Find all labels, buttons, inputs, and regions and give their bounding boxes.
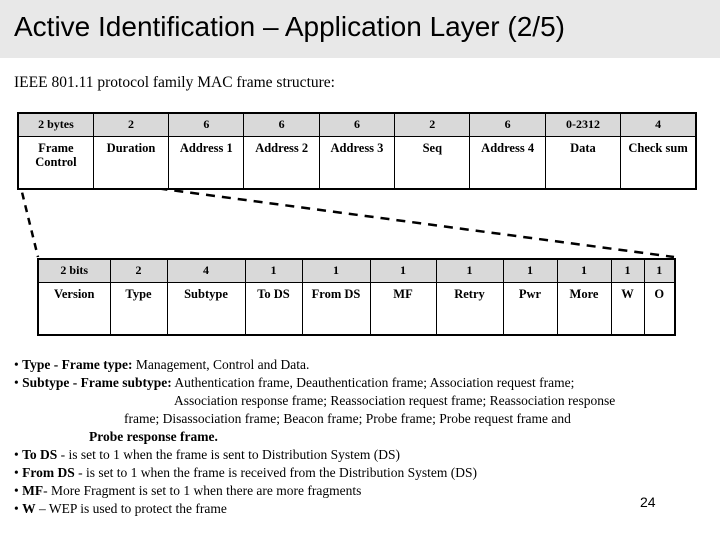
fc-size-cell: 1 — [556, 258, 612, 283]
note-term: MF — [22, 482, 44, 498]
note-line: Association response frame; Reassociatio… — [14, 392, 704, 410]
note-bullet: • — [14, 446, 19, 462]
fc-field-cell: More — [556, 282, 612, 336]
mac-size-cell: 2 — [394, 112, 471, 137]
mac-field-cell: Duration — [92, 136, 170, 190]
note-text: – WEP is used to protect the frame — [35, 500, 227, 516]
note-line: • From DS - is set to 1 when the frame i… — [14, 464, 704, 482]
note-bullet: • — [14, 464, 19, 480]
fc-field-cell: Pwr — [502, 282, 558, 336]
mac-size-cell: 2 bytes — [17, 112, 94, 137]
connector-line-right — [94, 178, 675, 259]
mac-field-cell: Seq — [394, 136, 471, 190]
note-bullet: • — [14, 357, 19, 372]
fc-size-cell: 1 — [369, 258, 437, 283]
note-line: • Type - Frame type: Management, Control… — [14, 356, 704, 374]
fc-size-cell: 1 — [244, 258, 303, 283]
table-row-sizes: 2 bits 2 4 1 1 1 1 1 1 1 1 — [37, 258, 676, 283]
note-text: Association response frame; Reassociatio… — [174, 392, 616, 408]
fc-size-cell: 4 — [166, 258, 246, 283]
note-line: • Subtype - Frame subtype: Authenticatio… — [14, 374, 704, 392]
note-term: To DS — [22, 446, 58, 462]
connector-line-left — [17, 179, 40, 258]
fc-field-cell: Subtype — [166, 282, 246, 336]
page-title: Active Identification – Application Laye… — [14, 11, 565, 42]
notes-list: • Type - Frame type: Management, Control… — [14, 356, 704, 518]
table-row-sizes: 2 bytes 2 6 6 6 2 6 0-2312 4 — [17, 112, 697, 137]
mac-size-cell: 6 — [168, 112, 245, 137]
mac-frame-structure-table: 2 bytes 2 6 6 6 2 6 0-2312 4 Frame Contr… — [17, 112, 697, 190]
fc-field-cell: MF — [369, 282, 437, 336]
intro-text: IEEE 801.11 protocol family MAC frame st… — [14, 74, 335, 91]
mac-field-cell: Data — [544, 136, 622, 190]
note-text: Authentication frame, Deauthentication f… — [171, 374, 575, 390]
note-term: Subtype - Frame subtype: — [22, 374, 172, 390]
note-text: Probe response frame. — [89, 428, 218, 444]
mac-field-cell: Address 4 — [469, 136, 546, 190]
fc-field-cell: O — [643, 282, 676, 336]
mac-field-cell: Address 2 — [243, 136, 320, 190]
mac-field-cell: Address 1 — [168, 136, 245, 190]
fc-field-cell: Version — [37, 282, 111, 336]
note-text: - is set to 1 when the frame is received… — [74, 464, 478, 480]
fc-size-cell: 2 bits — [37, 258, 111, 283]
note-line: frame; Disassociation frame; Beacon fram… — [14, 410, 704, 428]
fc-field-cell: From DS — [301, 282, 371, 336]
mac-field-cell: Address 3 — [318, 136, 396, 190]
frame-control-structure-table: 2 bits 2 4 1 1 1 1 1 1 1 1 Version Type … — [37, 258, 676, 336]
note-term: Type - Frame type: — [22, 357, 133, 372]
note-bullet: • — [14, 500, 19, 516]
mac-size-cell: 2 — [92, 112, 170, 137]
fc-size-cell: 1 — [643, 258, 676, 283]
mac-field-cell: Frame Control — [17, 136, 94, 190]
note-line: Probe response frame. — [14, 428, 704, 446]
note-line: • W – WEP is used to protect the frame — [14, 500, 704, 518]
fc-size-cell: 1 — [610, 258, 645, 283]
fc-field-cell: Retry — [435, 282, 504, 336]
note-term: From DS — [22, 464, 75, 480]
mac-size-cell: 4 — [620, 112, 697, 137]
note-text: - More Fragment is set to 1 when there a… — [43, 482, 362, 498]
fc-size-cell: 1 — [435, 258, 504, 283]
fc-size-cell: 1 — [502, 258, 558, 283]
fc-size-cell: 1 — [301, 258, 371, 283]
note-bullet: • — [14, 482, 19, 498]
note-bullet: • — [14, 374, 19, 390]
mac-size-cell: 6 — [469, 112, 546, 137]
slide-title-band: Active Identification – Application Laye… — [0, 0, 720, 58]
note-text: frame; Disassociation frame; Beacon fram… — [124, 410, 571, 426]
note-text: - is set to 1 when the frame is sent to … — [57, 446, 400, 462]
fc-field-cell: Type — [109, 282, 168, 336]
fc-field-cell: W — [610, 282, 645, 336]
mac-size-cell: 0-2312 — [544, 112, 622, 137]
note-line: • To DS - is set to 1 when the frame is … — [14, 446, 704, 464]
note-line: • MF- More Fragment is set to 1 when the… — [14, 482, 704, 500]
mac-size-cell: 6 — [243, 112, 320, 137]
note-text: Management, Control and Data. — [132, 357, 310, 372]
page-number: 24 — [640, 494, 656, 510]
table-row-fields: Version Type Subtype To DS From DS MF Re… — [37, 282, 676, 336]
note-term: W — [22, 500, 36, 516]
fc-field-cell: To DS — [244, 282, 303, 336]
mac-size-cell: 6 — [318, 112, 396, 137]
table-row-fields: Frame Control Duration Address 1 Address… — [17, 136, 697, 190]
fc-size-cell: 2 — [109, 258, 168, 283]
mac-field-cell: Check sum — [620, 136, 697, 190]
